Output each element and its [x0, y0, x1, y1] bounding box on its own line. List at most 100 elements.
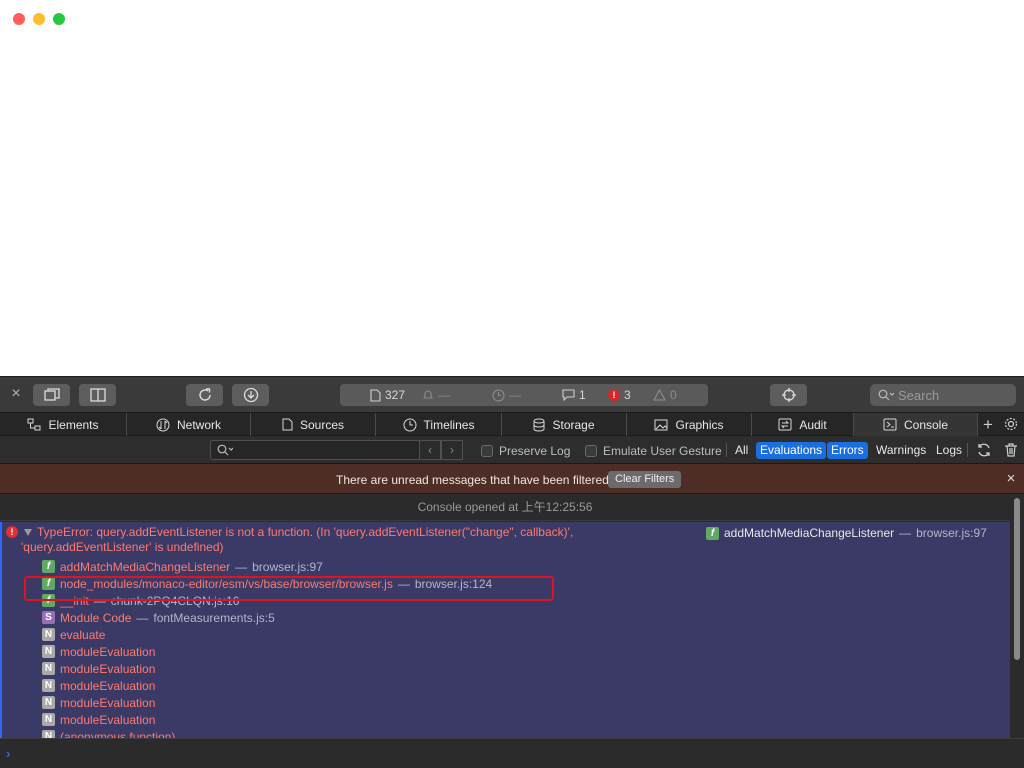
audit-icon: [778, 418, 792, 431]
filter-all[interactable]: All: [731, 442, 752, 459]
tab-sources[interactable]: Sources: [251, 413, 376, 436]
crosshair-icon: [781, 388, 796, 402]
stack-frame[interactable]: N (anonymous function): [42, 728, 492, 738]
warning-icon: [653, 389, 666, 401]
zoom-window-button[interactable]: [53, 13, 65, 25]
native-icon: N: [42, 730, 55, 738]
window-controls: [13, 13, 65, 25]
inspector-search[interactable]: [870, 384, 1016, 406]
search-input[interactable]: [898, 387, 1008, 403]
inspector-toolbar: × 327 — — 1 ! 3 0 Search: [0, 376, 1024, 412]
element-picker-button[interactable]: [770, 384, 807, 406]
console-icon: [883, 418, 897, 431]
error-text[interactable]: TypeError: query.addEventListener is not…: [21, 525, 641, 555]
storage-icon: [533, 418, 545, 432]
tab-storage[interactable]: Storage: [502, 413, 627, 436]
network-icon: [156, 418, 170, 431]
console-input[interactable]: [22, 745, 1012, 763]
console-scrollbar[interactable]: [1010, 494, 1024, 738]
stack-frame[interactable]: S Module Code — fontMeasurements.js:5: [42, 609, 492, 626]
stack-frame[interactable]: N moduleEvaluation: [42, 677, 492, 694]
tab-console[interactable]: Console: [854, 413, 978, 436]
preserve-log-checkbox[interactable]: Preserve Log: [481, 444, 570, 458]
script-icon: S: [42, 611, 55, 624]
console-messages: Console opened at 上午12:25:56 ! TypeError…: [0, 494, 1010, 738]
tab-graphics[interactable]: Graphics: [627, 413, 752, 436]
sources-icon: [282, 418, 293, 431]
elements-icon: [27, 418, 41, 431]
native-icon: N: [42, 713, 55, 726]
requests-status[interactable]: —: [422, 388, 450, 402]
activity-dashboard[interactable]: 327 — — 1 ! 3 0: [340, 384, 708, 406]
resources-count[interactable]: 327: [370, 388, 405, 402]
filter-logs[interactable]: Logs: [932, 442, 966, 459]
add-tab-icon[interactable]: +: [979, 416, 997, 434]
stack-frame[interactable]: N moduleEvaluation: [42, 711, 492, 728]
console-filter[interactable]: [210, 440, 420, 460]
stack-frame[interactable]: N moduleEvaluation: [42, 694, 492, 711]
divider: [967, 443, 968, 457]
graphics-icon: [654, 419, 668, 430]
tab-network[interactable]: Network: [127, 413, 251, 436]
function-icon: f: [42, 560, 55, 573]
inspector-tabbar: Elements Network Sources Timelines Stora…: [0, 412, 1024, 436]
scrollbar-thumb[interactable]: [1014, 498, 1020, 660]
web-inspector: × 327 — — 1 ! 3 0 Search Elements Networ…: [0, 376, 1024, 768]
tab-audit[interactable]: Audit: [752, 413, 854, 436]
error-message[interactable]: ! TypeError: query.addEventListener is n…: [0, 522, 1010, 738]
tab-elements[interactable]: Elements: [0, 413, 127, 436]
function-icon: f: [706, 526, 719, 540]
console-prompt: ›: [0, 738, 1024, 768]
console-filterbar: ‹ › Preserve Log Emulate User Gesture Al…: [0, 436, 1024, 464]
checkbox-box[interactable]: [481, 445, 493, 457]
banner-text: There are unread messages that have been…: [336, 473, 609, 487]
download-icon: [243, 387, 258, 403]
download-archive-button[interactable]: [232, 384, 269, 406]
errors-count[interactable]: ! 3: [608, 388, 631, 402]
filter-errors[interactable]: Errors: [827, 442, 868, 459]
dock-side-button[interactable]: [79, 384, 116, 406]
native-icon: N: [42, 696, 55, 709]
next-match-button[interactable]: ›: [441, 440, 463, 460]
stack-frame[interactable]: N evaluate: [42, 626, 492, 643]
bell-icon: [423, 390, 433, 399]
close-banner-icon[interactable]: ×: [1003, 471, 1019, 487]
previous-match-button[interactable]: ‹: [419, 440, 441, 460]
gear-icon[interactable]: [1003, 416, 1021, 434]
stack-frame[interactable]: N moduleEvaluation: [42, 643, 492, 660]
trash-icon[interactable]: [1003, 442, 1019, 458]
console-opened-timestamp: Console opened at 上午12:25:56: [0, 494, 1010, 521]
filter-search-icon: [217, 444, 233, 456]
error-source-link[interactable]: f addMatchMediaChangeListener — browser.…: [706, 526, 987, 540]
tab-timelines[interactable]: Timelines: [376, 413, 502, 436]
stack-frame[interactable]: N moduleEvaluation: [42, 660, 492, 677]
minimize-window-button[interactable]: [33, 13, 45, 25]
warnings-count[interactable]: 0: [653, 388, 677, 402]
stack-frame[interactable]: f addMatchMediaChangeListener — browser.…: [42, 558, 492, 575]
messages-count[interactable]: 1: [562, 388, 586, 402]
search-icon: [878, 389, 894, 401]
error-icon: !: [608, 389, 620, 401]
checkbox-box[interactable]: [585, 445, 597, 457]
windows-icon: [43, 388, 60, 401]
load-time-status[interactable]: —: [492, 388, 521, 402]
filter-evaluations[interactable]: Evaluations: [756, 442, 827, 459]
highlight-box: [24, 576, 554, 601]
emulate-gesture-checkbox[interactable]: Emulate User Gesture: [585, 444, 722, 458]
clear-filters-button[interactable]: Clear Filters: [608, 471, 682, 488]
document-icon: [370, 388, 381, 402]
native-icon: N: [42, 662, 55, 675]
filter-warnings[interactable]: Warnings: [872, 442, 930, 459]
error-icon: !: [6, 526, 18, 538]
close-window-button[interactable]: [13, 13, 25, 25]
reload-button[interactable]: [186, 384, 223, 406]
prompt-chevron-icon: ›: [6, 746, 11, 761]
clock-icon: [492, 388, 505, 402]
detach-window-button[interactable]: [33, 384, 70, 406]
clear-on-reload-icon[interactable]: [976, 442, 992, 458]
filter-input[interactable]: [236, 443, 406, 457]
reload-icon: [198, 388, 211, 401]
close-inspector-icon[interactable]: ×: [8, 386, 24, 402]
split-view-icon: [89, 388, 106, 402]
native-icon: N: [42, 645, 55, 658]
